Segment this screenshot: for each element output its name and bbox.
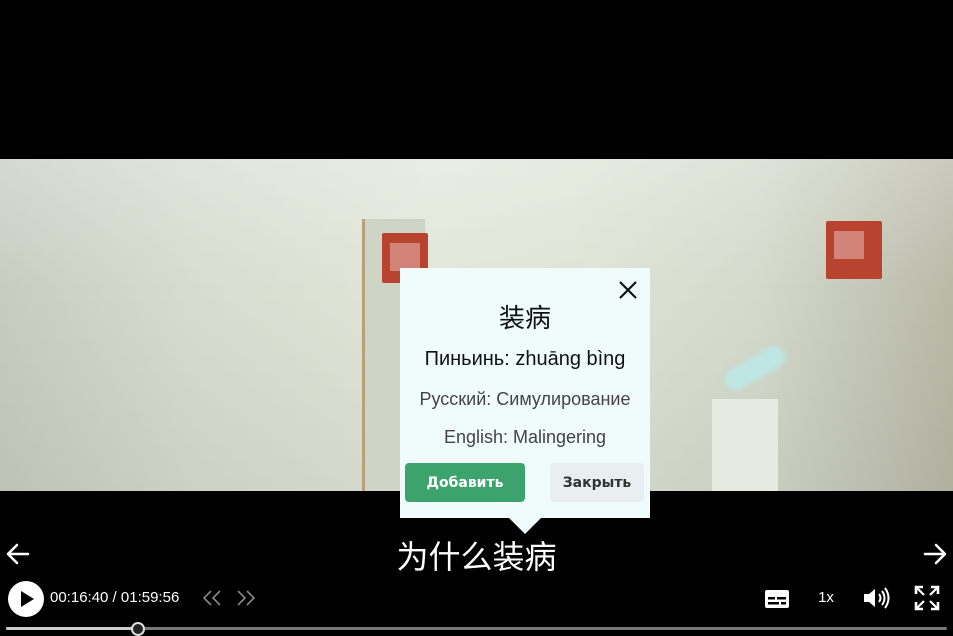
chevrons-right-icon[interactable]: [234, 588, 258, 608]
progress-fill: [6, 627, 137, 630]
video-scene-pillar: [712, 399, 778, 491]
progress-thumb[interactable]: [130, 622, 145, 636]
fullscreen-icon[interactable]: [914, 585, 940, 611]
word-popup: 装病 Пиньинь: zhuāng bìng Русский: Симулир…: [400, 268, 650, 534]
arrow-right-icon[interactable]: [921, 540, 949, 568]
video-player[interactable]: 装病 Пиньинь: zhuāng bìng Русский: Симулир…: [0, 0, 953, 636]
chevrons-left-icon[interactable]: [200, 588, 224, 608]
popup-english-translation: English: Malingering: [443, 427, 607, 447]
player-controls: 00:16:40 / 01:59:56 1x: [0, 578, 953, 636]
time-display: 00:16:40 / 01:59:56: [50, 589, 180, 606]
add-word-button[interactable]: Добавить: [405, 463, 525, 502]
popup-pinyin: Пиньинь: zhuāng bìng: [424, 348, 626, 370]
subtitle-text[interactable]: 为什么装病: [0, 532, 953, 578]
popup-russian-translation: Русский: Симулирование: [419, 389, 631, 409]
popup-word: 装病: [498, 304, 551, 334]
video-scene-room-sign: [826, 221, 882, 279]
subtitles-icon[interactable]: [764, 588, 790, 610]
close-popup-button[interactable]: Закрыть: [550, 463, 644, 502]
play-icon[interactable]: [8, 581, 44, 617]
volume-icon[interactable]: [862, 586, 890, 610]
progress-bar[interactable]: [6, 622, 947, 636]
playback-speed-button[interactable]: 1x: [811, 589, 841, 606]
